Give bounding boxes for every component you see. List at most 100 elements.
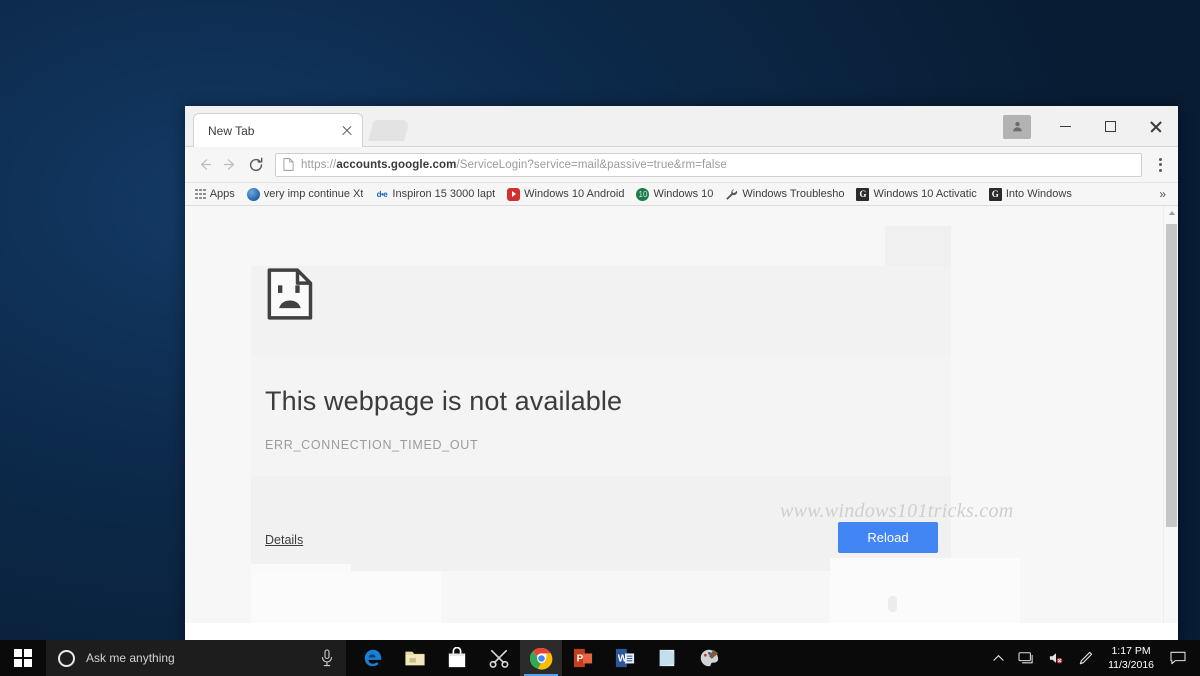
- clock-date: 11/3/2016: [1108, 659, 1154, 671]
- action-center-button[interactable]: [1164, 640, 1198, 676]
- taskbar-app-microsoft-store[interactable]: [436, 640, 478, 676]
- taskbar-app-paint[interactable]: [688, 640, 730, 676]
- reload-page-button[interactable]: [243, 152, 269, 178]
- bookmark-item[interactable]: d•e Inspiron 15 3000 lapt: [369, 184, 501, 204]
- windows-ink-button[interactable]: [1071, 640, 1100, 676]
- bookmark-label: Windows 10 Android: [524, 188, 625, 200]
- chrome-browser-window: New Tab https://accounts.google.com/Serv…: [185, 106, 1178, 643]
- bookmark-label: Windows 10 Activatic: [873, 188, 977, 200]
- windows-ink-icon: [1079, 651, 1093, 664]
- bookmarks-bar: Apps very imp continue Xt d•e Inspiron 1…: [185, 183, 1178, 206]
- bookmark-label: Windows 10: [653, 188, 714, 200]
- address-bar-url: https://accounts.google.com/ServiceLogin…: [301, 158, 727, 171]
- person-icon: [1012, 121, 1022, 132]
- action-center-icon: [1170, 651, 1186, 665]
- start-button[interactable]: [0, 640, 46, 676]
- onenote-icon: [659, 649, 675, 667]
- volume-button[interactable]: [1041, 640, 1071, 676]
- close-window-button[interactable]: [1133, 106, 1178, 147]
- back-button[interactable]: [191, 152, 217, 178]
- chrome-menu-button[interactable]: [1148, 152, 1172, 178]
- tab-title: New Tab: [208, 123, 255, 138]
- tab-strip: New Tab: [185, 106, 1178, 147]
- store-icon: [448, 647, 466, 668]
- folder-icon: [405, 651, 425, 666]
- bookmark-item[interactable]: G Windows 10 Activatic: [850, 184, 982, 204]
- taskbar-app-powerpoint[interactable]: P: [562, 640, 604, 676]
- user-profile-button[interactable]: [1003, 114, 1031, 139]
- taskbar-app-snipping-tool[interactable]: [478, 640, 520, 676]
- word-icon: W: [615, 648, 635, 668]
- chrome-icon: [529, 647, 552, 670]
- scissors-icon: [489, 649, 509, 668]
- taskbar-app-word[interactable]: W: [604, 640, 646, 676]
- google-g-favicon: G: [856, 187, 870, 201]
- render-artifact: [888, 596, 897, 612]
- search-placeholder: Ask me anything: [86, 651, 175, 665]
- taskbar-app-file-explorer[interactable]: [394, 640, 436, 676]
- render-artifact: [830, 558, 1020, 623]
- bookmark-label: Into Windows: [1005, 188, 1072, 200]
- network-button[interactable]: [1011, 640, 1041, 676]
- clock[interactable]: 1:17 PM 11/3/2016: [1100, 644, 1164, 672]
- render-artifact: [251, 572, 441, 623]
- bookmark-item[interactable]: Windows Troublesho: [719, 184, 850, 204]
- bookmark-apps[interactable]: Apps: [189, 184, 241, 204]
- error-title: This webpage is not available: [265, 386, 623, 416]
- green-circle-favicon: 10: [636, 187, 650, 201]
- forward-button[interactable]: [217, 152, 243, 178]
- menu-dot-icon: [1158, 157, 1162, 161]
- minimize-button[interactable]: [1043, 106, 1088, 147]
- clock-time: 1:17 PM: [1111, 645, 1151, 657]
- bookmark-item[interactable]: 10 Windows 10: [630, 184, 719, 204]
- bookmark-label: Apps: [209, 188, 235, 200]
- youtube-favicon: [507, 187, 521, 201]
- arrow-right-icon: [223, 159, 234, 170]
- details-link[interactable]: Details: [265, 533, 303, 547]
- bookmark-label: Windows Troublesho: [742, 188, 845, 200]
- page-info-icon: [283, 158, 294, 171]
- error-page-content: This webpage is not available ERR_CONNEC…: [265, 268, 905, 452]
- powerpoint-icon: P: [573, 648, 593, 668]
- edge-icon: [364, 649, 382, 667]
- taskbar-app-microsoft-edge[interactable]: [352, 640, 394, 676]
- maximize-button[interactable]: [1088, 106, 1133, 147]
- taskbar-app-icons: P W: [352, 640, 730, 676]
- bookmarks-overflow-button[interactable]: »: [1151, 187, 1174, 201]
- vertical-scrollbar[interactable]: [1163, 206, 1178, 623]
- chevron-up-icon: [993, 654, 1004, 661]
- wrench-favicon: [726, 188, 738, 200]
- arrow-left-icon: [200, 159, 211, 170]
- bookmark-item[interactable]: G Into Windows: [983, 184, 1078, 204]
- browser-tab[interactable]: New Tab: [193, 113, 363, 147]
- windows-taskbar: Ask me anything P W 1:17 PM 11/3/2016: [0, 640, 1200, 676]
- svg-text:P: P: [577, 654, 584, 665]
- show-hidden-icons-button[interactable]: [986, 640, 1011, 676]
- cortana-icon: [58, 649, 75, 667]
- bookmark-item[interactable]: Windows 10 Android: [501, 184, 630, 204]
- desktop: New Tab https://accounts.google.com/Serv…: [0, 0, 1200, 676]
- taskbar-app-google-chrome[interactable]: [520, 640, 562, 676]
- reload-button[interactable]: Reload: [838, 522, 938, 553]
- cortana-search-box[interactable]: Ask me anything: [46, 640, 346, 676]
- page-viewport: This webpage is not available ERR_CONNEC…: [185, 206, 1178, 623]
- reload-icon: [249, 157, 263, 171]
- bookmark-item[interactable]: very imp continue Xt: [241, 184, 370, 204]
- windows-logo-icon: [14, 649, 32, 667]
- globe-favicon: [246, 187, 260, 201]
- taskbar-app-onenote[interactable]: [646, 640, 688, 676]
- network-icon: [1018, 652, 1033, 664]
- apps-grid-icon: [195, 188, 206, 200]
- browser-toolbar: https://accounts.google.com/ServiceLogin…: [185, 147, 1178, 183]
- close-tab-icon[interactable]: [340, 124, 354, 138]
- address-bar[interactable]: https://accounts.google.com/ServiceLogin…: [275, 152, 1142, 177]
- menu-dot-icon: [1158, 163, 1162, 166]
- scroll-up-arrow-icon[interactable]: [1164, 206, 1178, 220]
- sad-page-icon: [267, 268, 313, 320]
- dell-favicon: d•e: [376, 189, 388, 199]
- window-controls: [1003, 106, 1178, 147]
- microphone-icon[interactable]: [320, 649, 334, 667]
- watermark: www.windows101tricks.com: [780, 500, 1014, 522]
- new-tab-button[interactable]: [367, 120, 411, 141]
- scrollbar-thumb[interactable]: [1166, 224, 1177, 527]
